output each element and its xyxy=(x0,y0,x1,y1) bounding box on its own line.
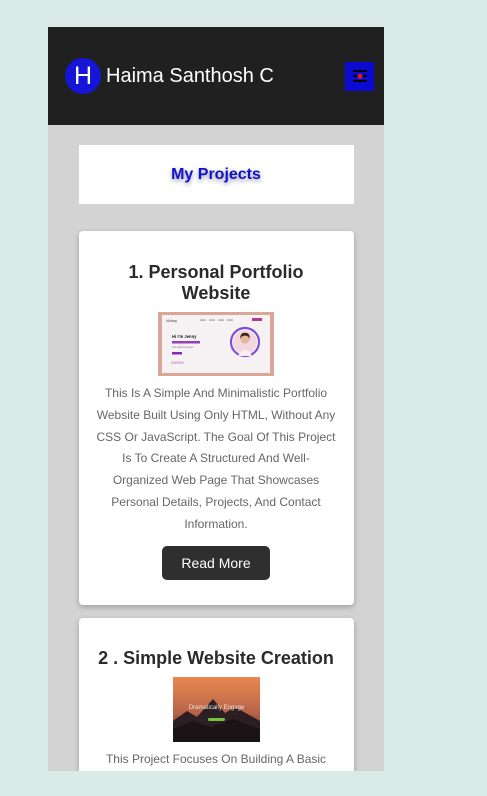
project-card: 1. Personal Portfolio Website Victory Hi… xyxy=(78,231,354,605)
logo-badge[interactable]: H xyxy=(65,58,101,94)
thumb-tag: SIGRO xyxy=(171,360,184,365)
project-card: 2 . Simple Website Creation Dramatically… xyxy=(78,617,354,771)
projects-heading-box: My Projects xyxy=(78,145,354,204)
thumb-brand: Victory xyxy=(166,319,177,323)
project-title: 2 . Simple Website Creation xyxy=(98,647,334,668)
menu-toggle-button[interactable] xyxy=(345,61,374,91)
navbar: H Haima Santhosh C xyxy=(48,27,384,125)
website-thumbnail: Dramatically Engage xyxy=(172,676,260,742)
thumb-subtitle: Full-stack developer xyxy=(172,346,194,349)
mobile-viewport: H Haima Santhosh C My Projects 1. Person… xyxy=(48,27,384,771)
menu-icon xyxy=(352,70,367,82)
project-description: This Project Focuses On Building A Basic xyxy=(105,751,327,766)
brand-name[interactable]: Haima Santhosh C xyxy=(106,65,345,88)
projects-heading: My Projects xyxy=(171,165,261,183)
project-title: 1. Personal Portfolio Website xyxy=(128,262,304,303)
thumb-caption: Dramatically Engage xyxy=(188,705,244,711)
thumb-heading: Hi I'm Jenny xyxy=(172,334,197,339)
logo-letter: H xyxy=(73,61,93,90)
portfolio-thumbnail: Victory Hi I'm Jenny Full-stack develope… xyxy=(158,312,274,376)
project-description: This Is A Simple And Minimalistic Portfo… xyxy=(96,386,336,531)
read-more-button[interactable]: Read More xyxy=(162,545,270,580)
